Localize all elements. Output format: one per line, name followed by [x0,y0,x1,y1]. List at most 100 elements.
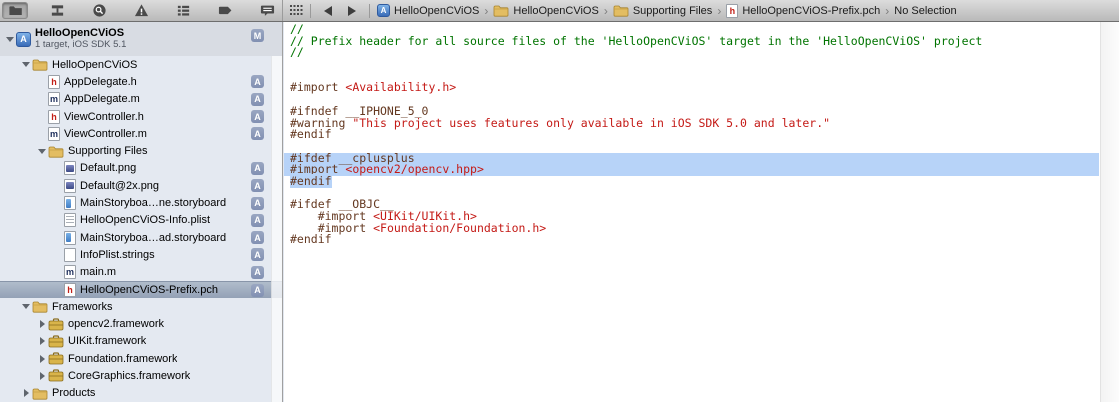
tree-row-label: Foundation.framework [68,353,177,365]
breadcrumb-separator: › [604,4,608,18]
code-line: // Prefix header for all source files of… [284,36,1099,48]
tree-row[interactable]: Default.png A [0,160,282,177]
disclosure-triangle-icon[interactable] [20,389,32,397]
issue-navigator-tab[interactable] [128,2,154,19]
breadcrumb: AHelloOpenCViOS › HelloOpenCViOS › Supportin… [377,4,957,18]
related-items-icon[interactable] [290,5,303,16]
toolbar: AHelloOpenCViOS › HelloOpenCViOS › Supportin… [0,0,1119,22]
disclosure-triangle-icon[interactable] [36,149,48,154]
tree-row[interactable]: Frameworks [0,298,282,315]
breadcrumb-label: HelloOpenCViOS-Prefix.pch [742,5,880,17]
tree-row[interactable]: mViewController.mA [0,125,282,142]
breadcrumb-item[interactable]: Supporting Files [613,4,713,17]
tree-row[interactable]: opencv2.framework [0,315,282,332]
breadcrumb-item[interactable]: HelloOpenCViOS [493,4,598,17]
tree-row-label: Default@2x.png [80,180,159,192]
breakpoint-navigator-tab[interactable] [212,2,238,19]
code-line: #import <Foundation/Foundation.h> [284,223,1099,235]
code-line [284,188,1099,200]
status-badge: A [251,197,264,210]
tree-row[interactable]: Default@2x.pngA [0,177,282,194]
tree-row[interactable]: h AppDelegate.h A [0,73,282,90]
framework-icon [48,369,64,382]
file-h-icon: h [48,75,60,89]
folder-icon [48,145,64,158]
search-icon [92,3,107,18]
tree-row[interactable]: UIKit.framework [0,333,282,350]
tree-row[interactable]: MainStoryboa…ad.storyboardA [0,229,282,246]
disclosure-triangle-icon[interactable] [4,37,16,42]
tree-row-label: AppDelegate.h [64,76,137,88]
log-navigator-tab[interactable] [254,2,280,19]
tree-row[interactable]: hHelloOpenCViOS-Prefix.pchA [0,281,282,298]
status-badge: A [251,266,264,279]
code-line: #import <Availability.h> [284,82,1099,94]
breadcrumb-item[interactable]: No Selection [894,5,956,17]
file-h-icon: h [48,110,60,124]
status-badge: A [251,284,264,297]
code-line: #import <opencv2/opencv.hpp> [284,164,1099,176]
folder-icon [32,300,48,313]
tree-row-label: Products [52,387,95,399]
file-strings-icon [64,248,76,262]
tree-row[interactable]: HelloOpenCViOS-Info.plistA [0,212,282,229]
tree-row[interactable]: hViewController.hA [0,108,282,125]
tree-row-label: MainStoryboa…ne.storyboard [80,197,226,209]
editor-scrollbar[interactable] [1100,22,1119,402]
code-line [284,59,1099,71]
tree-row[interactable]: CoreGraphics.framework [0,367,282,384]
disclosure-triangle-icon[interactable] [36,372,48,380]
forward-button[interactable] [348,6,356,16]
tree-row[interactable]: Supporting Files [0,142,282,159]
navigator-bar [0,0,283,21]
tree-row-label: Default.png [80,162,136,174]
status-badge: A [251,162,264,175]
file-plist-icon [64,213,76,227]
disclosure-triangle-icon[interactable] [36,355,48,363]
breadcrumb-separator: › [717,4,721,18]
file-m-icon: m [64,265,76,279]
breadcrumb-separator: › [885,4,889,18]
folder-icon [493,4,509,17]
tree-row[interactable]: Products [0,385,282,402]
status-badge: A [251,231,264,244]
tree-row-label: UIKit.framework [68,335,146,347]
status-badge: A [251,75,264,88]
tree-row-label: HelloOpenCViOS-Info.plist [80,214,210,226]
status-badge: A [251,93,264,106]
folder-icon [32,387,48,400]
code-area[interactable]: //// Prefix header for all source files … [284,24,1099,246]
debug-navigator-tab[interactable] [170,2,196,19]
tree-row[interactable]: MainStoryboa…ne.storyboard A [0,194,282,211]
disclosure-triangle-icon[interactable] [36,337,48,345]
tree-row[interactable]: HelloOpenCViOS [0,56,282,73]
breadcrumb-label: Supporting Files [633,5,713,17]
tree-row-label: Supporting Files [68,145,148,157]
code-line: // [284,47,1099,59]
tree-row[interactable]: InfoPlist.stringsA [0,246,282,263]
breadcrumb-item[interactable]: AHelloOpenCViOS [377,4,479,17]
disclosure-triangle-icon[interactable] [20,304,32,309]
xcode-project-icon: A [16,32,31,47]
project-navigator-tab[interactable] [2,2,28,19]
file-image-icon [64,179,76,193]
code-line: #endif [284,176,1099,188]
sidebar-scrollbar[interactable] [271,56,282,402]
search-navigator-tab[interactable] [86,2,112,19]
file-storyboard-icon [64,231,76,245]
project-row[interactable]: A HelloOpenCViOS 1 target, iOS SDK 5.1 M [0,22,282,56]
symbol-navigator-tab[interactable] [44,2,70,19]
project-icon [8,3,23,18]
tree-row[interactable]: mmain.mA [0,264,282,281]
tree-row[interactable]: Foundation.framework [0,350,282,367]
file-m-icon: m [48,127,60,141]
breadcrumb-label: HelloOpenCViOS [513,5,598,17]
disclosure-triangle-icon[interactable] [20,62,32,67]
breadcrumb-item[interactable]: hHelloOpenCViOS-Prefix.pch [726,4,880,18]
back-button[interactable] [324,6,332,16]
tree-row[interactable]: mAppDelegate.mA [0,91,282,108]
source-editor[interactable]: //// Prefix header for all source files … [284,22,1119,402]
breadcrumb-separator: › [484,4,488,18]
project-icon: A [377,4,390,17]
disclosure-triangle-icon[interactable] [36,320,48,328]
